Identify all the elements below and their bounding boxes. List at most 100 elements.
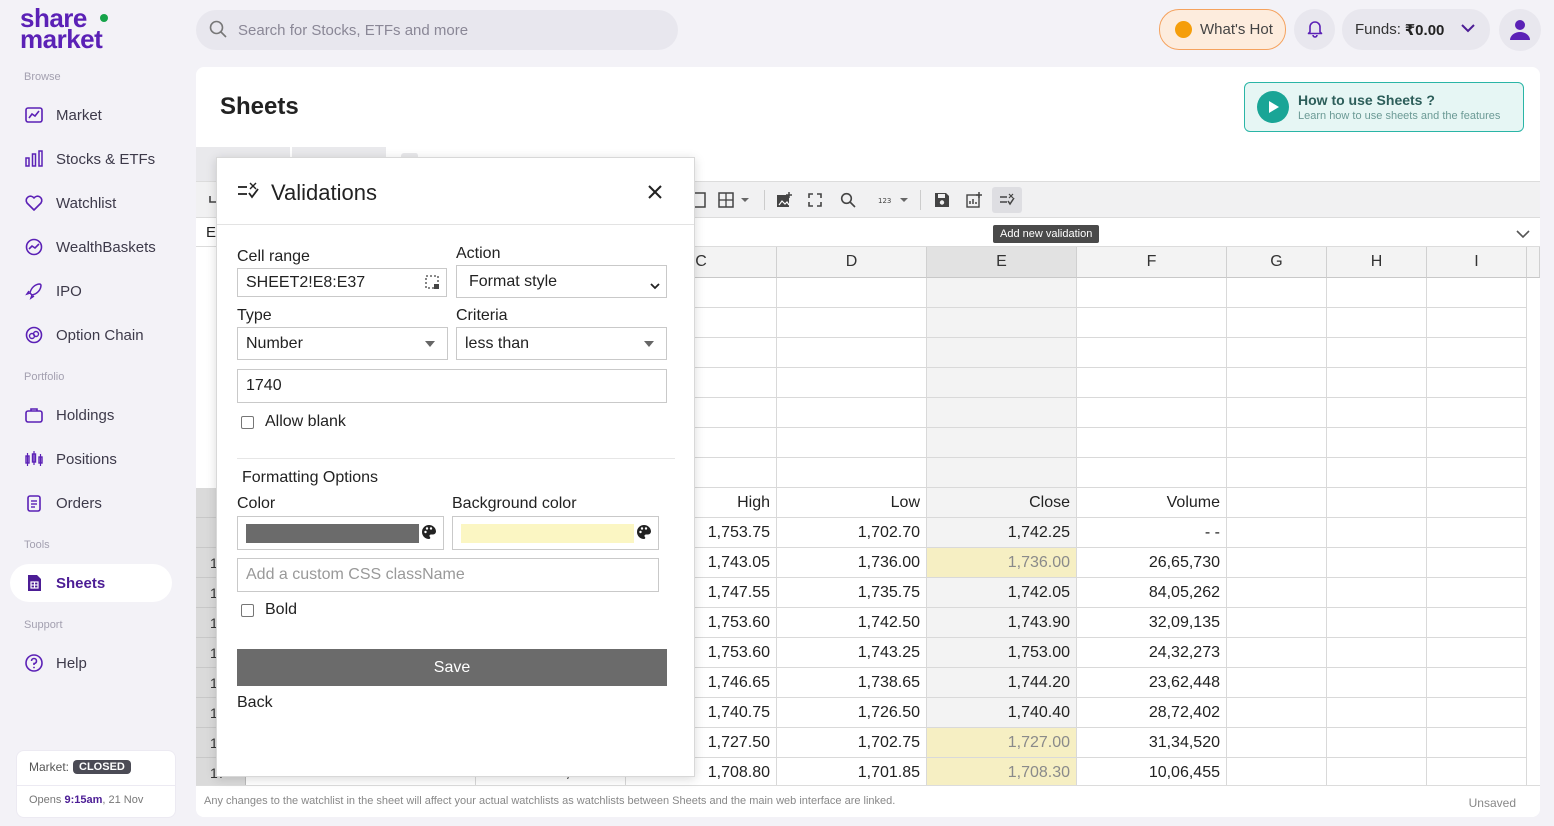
cell-close[interactable]: 1,742.05: [927, 578, 1077, 608]
grid-cell[interactable]: [1077, 338, 1227, 368]
cell-close[interactable]: 1,743.90: [927, 608, 1077, 638]
grid-cell[interactable]: [1227, 758, 1327, 788]
cell-low[interactable]: 1,743.25: [777, 638, 927, 668]
search-icon[interactable]: [840, 190, 856, 210]
grid-cell[interactable]: [777, 338, 927, 368]
grid-cell[interactable]: [1227, 548, 1327, 578]
cell-volume[interactable]: 84,05,262: [1077, 578, 1227, 608]
cell-low[interactable]: 1,701.85: [777, 758, 927, 788]
cell-volume[interactable]: 31,34,520: [1077, 728, 1227, 758]
grid-cell[interactable]: [1077, 368, 1227, 398]
checkbox-box[interactable]: [241, 415, 254, 429]
sidebar-item-market[interactable]: Market: [10, 96, 172, 134]
cell-volume[interactable]: 28,72,402: [1077, 698, 1227, 728]
cell-close[interactable]: 1,708.30: [927, 758, 1077, 788]
text-color-field[interactable]: [237, 516, 444, 550]
save-icon[interactable]: [934, 190, 950, 210]
palette-icon[interactable]: [421, 524, 437, 543]
grid-cell[interactable]: [927, 368, 1077, 398]
grid-cell[interactable]: [1077, 398, 1227, 428]
add-chart-icon[interactable]: [966, 190, 982, 210]
grid-cell[interactable]: [1227, 488, 1327, 518]
criteria-select[interactable]: less than: [456, 327, 667, 360]
grid-cell[interactable]: [1227, 338, 1327, 368]
cell-low[interactable]: 1,738.65: [777, 668, 927, 698]
grid-cell[interactable]: [1327, 308, 1427, 338]
column-header-h[interactable]: H: [1327, 247, 1427, 278]
grid-cell[interactable]: [1427, 428, 1527, 458]
grid-cell[interactable]: [1427, 458, 1527, 488]
grid-cell[interactable]: [927, 278, 1077, 308]
cell-range-field[interactable]: [237, 268, 447, 297]
cell-close[interactable]: 1,727.00: [927, 728, 1077, 758]
grid-cell[interactable]: [1227, 608, 1327, 638]
grid-cell[interactable]: [1427, 608, 1527, 638]
cell-volume[interactable]: 24,32,273: [1077, 638, 1227, 668]
grid-cell[interactable]: [1227, 278, 1327, 308]
grid-cell[interactable]: [777, 428, 927, 458]
grid-icon[interactable]: [718, 190, 754, 210]
sidebar-item-option-chain[interactable]: Option Chain: [10, 316, 172, 354]
header-cell-volume[interactable]: Volume: [1077, 488, 1227, 518]
grid-cell[interactable]: [1327, 488, 1427, 518]
avatar[interactable]: [1499, 9, 1541, 51]
insert-image-icon[interactable]: [776, 190, 792, 210]
type-select[interactable]: Number: [237, 327, 448, 360]
column-header-f[interactable]: F: [1077, 247, 1227, 278]
grid-cell[interactable]: [1427, 578, 1527, 608]
grid-cell[interactable]: [1227, 698, 1327, 728]
palette-icon[interactable]: [636, 524, 652, 543]
sidebar-item-positions[interactable]: Positions: [10, 440, 172, 478]
grid-cell[interactable]: [1227, 308, 1327, 338]
grid-cell[interactable]: [1227, 368, 1327, 398]
sidebar-item-holdings[interactable]: Holdings: [10, 396, 172, 434]
grid-cell[interactable]: [777, 308, 927, 338]
criteria-value-input[interactable]: [246, 377, 666, 395]
grid-cell[interactable]: [927, 398, 1077, 428]
cell-low[interactable]: 1,702.75: [777, 728, 927, 758]
save-button[interactable]: Save: [237, 649, 667, 686]
header-cell-low[interactable]: Low: [777, 488, 927, 518]
grid-cell[interactable]: [1077, 428, 1227, 458]
css-class-field[interactable]: [237, 558, 659, 592]
grid-cell[interactable]: [1427, 668, 1527, 698]
grid-cell[interactable]: [1227, 428, 1327, 458]
action-select[interactable]: Format style: [456, 265, 667, 298]
grid-cell[interactable]: [1427, 518, 1527, 548]
search-bar[interactable]: [196, 10, 678, 50]
grid-cell[interactable]: [927, 428, 1077, 458]
grid-cell[interactable]: [1427, 338, 1527, 368]
cell-low[interactable]: 1,736.00: [777, 548, 927, 578]
grid-cell[interactable]: [1427, 398, 1527, 428]
grid-cell[interactable]: [1327, 548, 1427, 578]
grid-cell[interactable]: [1327, 368, 1427, 398]
search-input[interactable]: [238, 21, 658, 39]
grid-cell[interactable]: [1227, 728, 1327, 758]
grid-cell[interactable]: [1327, 758, 1427, 788]
sidebar-item-ipo[interactable]: IPO: [10, 272, 172, 310]
cell-volume[interactable]: 32,09,135: [1077, 608, 1227, 638]
grid-cell[interactable]: [1227, 518, 1327, 548]
column-header-i[interactable]: I: [1427, 247, 1527, 278]
cell-volume[interactable]: 26,65,730: [1077, 548, 1227, 578]
sidebar-item-orders[interactable]: Orders: [10, 484, 172, 522]
background-color-field[interactable]: [452, 516, 659, 550]
background-color-swatch[interactable]: [461, 524, 634, 543]
text-color-swatch[interactable]: [246, 524, 419, 543]
grid-cell[interactable]: [1327, 578, 1427, 608]
grid-cell[interactable]: [927, 308, 1077, 338]
grid-cell[interactable]: [1427, 638, 1527, 668]
grid-cell[interactable]: [1327, 728, 1427, 758]
grid-cell[interactable]: [1227, 668, 1327, 698]
cell-low[interactable]: 1,702.70: [777, 518, 927, 548]
grid-cell[interactable]: [1327, 458, 1427, 488]
whats-hot-button[interactable]: What's Hot: [1159, 9, 1286, 50]
cell-range-input[interactable]: [246, 273, 446, 292]
grid-cell[interactable]: [1427, 308, 1527, 338]
grid-cell[interactable]: [1327, 278, 1427, 308]
grid-cell[interactable]: [1427, 728, 1527, 758]
css-class-input[interactable]: [246, 566, 658, 584]
column-header-d[interactable]: D: [777, 247, 927, 278]
grid-cell[interactable]: [1327, 518, 1427, 548]
select-range-icon[interactable]: [425, 275, 440, 295]
